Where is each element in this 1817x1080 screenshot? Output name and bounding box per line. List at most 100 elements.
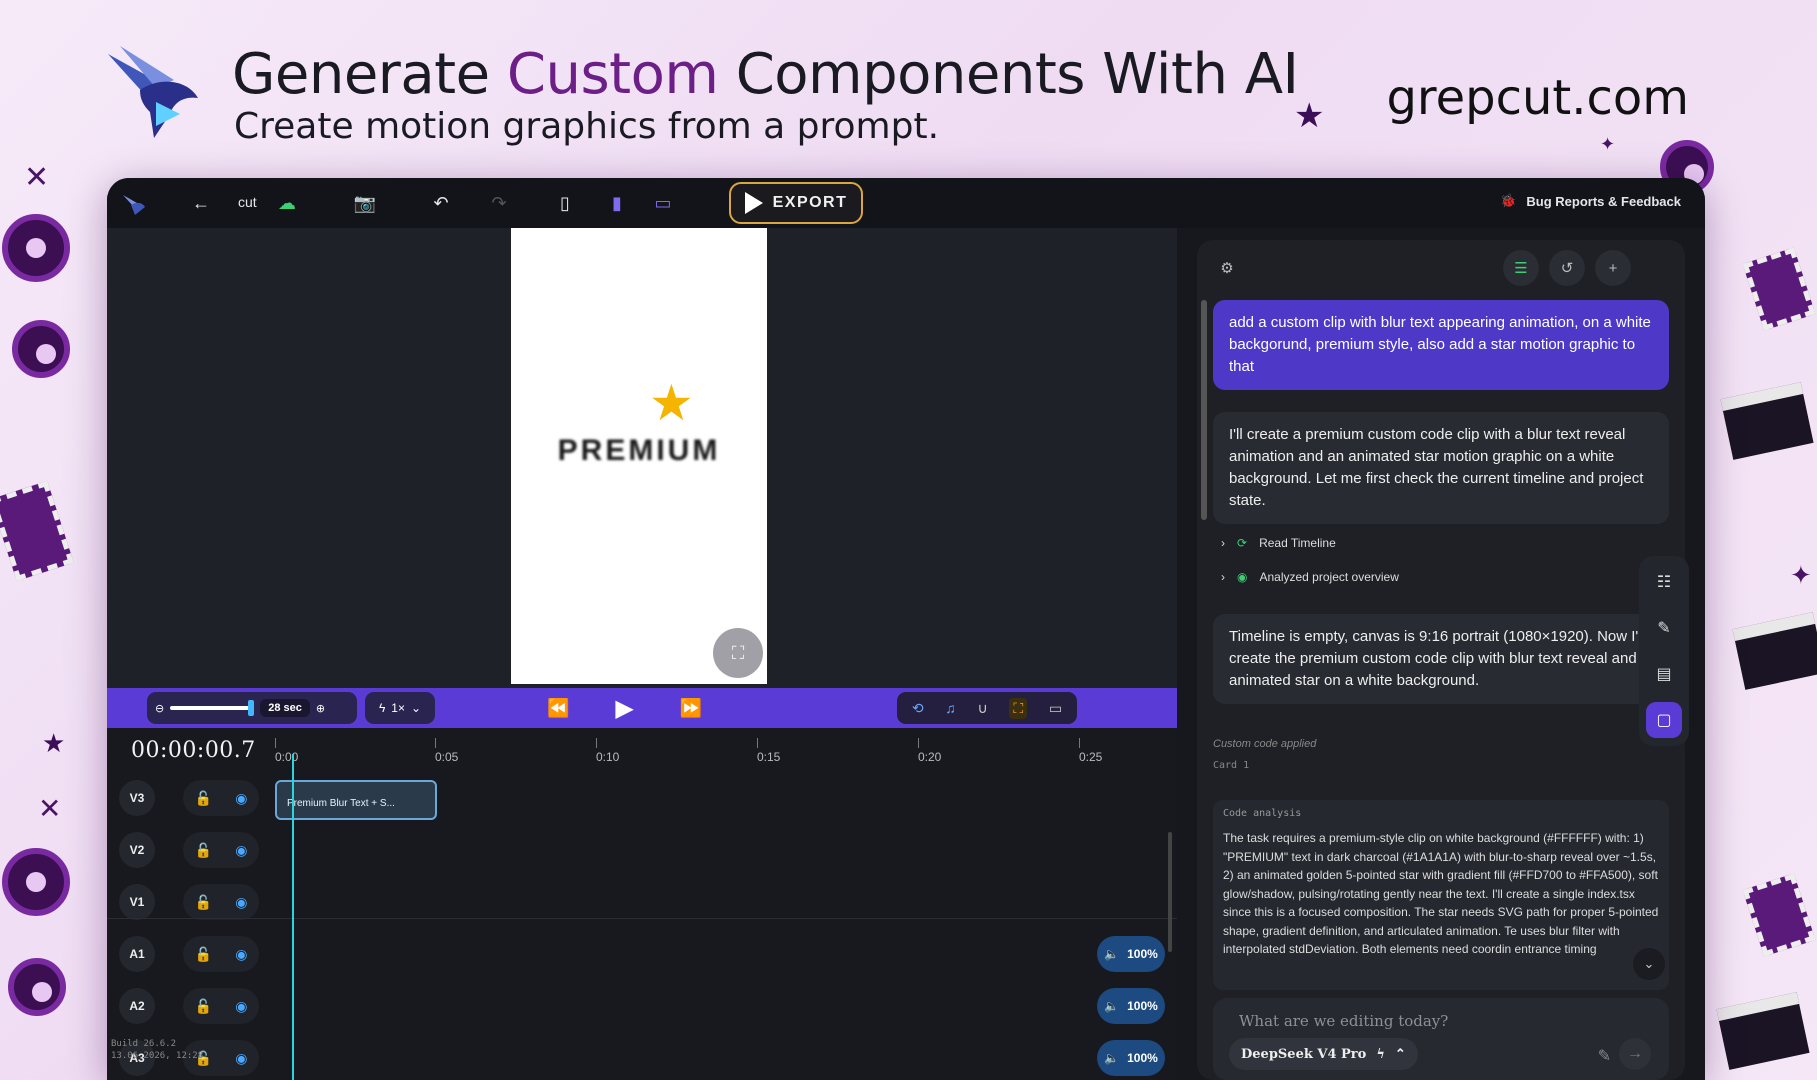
project-name[interactable]: cut <box>238 194 257 210</box>
eye-icon[interactable]: ◉ <box>235 1050 247 1067</box>
lock-icon[interactable]: 🔓 <box>195 894 212 911</box>
back-arrow-icon[interactable]: ← <box>189 191 213 215</box>
fast-forward-icon[interactable]: ⏩ <box>680 698 702 719</box>
tick-label: 0:10 <box>596 750 620 764</box>
eye-icon[interactable]: ◉ <box>235 790 247 807</box>
bug-icon: 🐞 <box>1500 193 1517 208</box>
layout-left-icon[interactable]: ▯ <box>553 191 577 215</box>
film-strip-icon <box>1742 873 1816 957</box>
fullscreen-button[interactable]: ⛶ <box>713 628 763 678</box>
lock-icon[interactable]: 🔓 <box>195 842 212 859</box>
track-label[interactable]: V2 <box>119 832 155 868</box>
track-label[interactable]: A2 <box>119 988 155 1024</box>
clapperboard-icon <box>1716 992 1810 1070</box>
code-analysis-card: Code analysis The task requires a premiu… <box>1213 800 1669 990</box>
timeline-scrollbar[interactable] <box>1168 832 1172 952</box>
rewind-icon[interactable]: ⏪ <box>547 698 569 719</box>
lock-icon[interactable]: 🔓 <box>195 998 212 1015</box>
undo-icon[interactable]: ↶ <box>429 191 453 215</box>
magnet-icon[interactable]: ∪ <box>977 700 987 717</box>
playhead[interactable] <box>292 754 294 1080</box>
track-label[interactable]: V1 <box>119 884 155 920</box>
preview-stage: ★ PREMIUM ⛶ <box>107 228 1177 688</box>
new-chat-button[interactable]: + <box>1595 250 1631 286</box>
film-reel-icon <box>8 958 66 1016</box>
redo-icon[interactable]: ↷ <box>487 191 511 215</box>
grepcut-logo-icon <box>108 46 198 138</box>
speed-select[interactable]: ϟ 1× ⌄ <box>365 692 435 724</box>
layout-bottom-icon[interactable]: ▭ <box>651 191 675 215</box>
film-reel-icon <box>2 848 70 916</box>
build-version: Build 26.6.2 <box>111 1039 177 1049</box>
eye-icon[interactable]: ◉ <box>235 946 247 963</box>
sparkle-icon: ✕ <box>38 793 62 824</box>
build-date: 13.06.2026, 12:28 <box>111 1051 204 1061</box>
cloud-check-icon: ☁ <box>278 192 296 213</box>
model-selector[interactable]: DeepSeek V4 Pro ϟ ⌃ <box>1229 1038 1418 1070</box>
tool-label: Analyzed project overview <box>1259 570 1399 584</box>
zoom-in-icon[interactable]: ⊕ <box>316 702 325 715</box>
track-label[interactable]: V3 <box>119 780 155 816</box>
zoom-out-icon[interactable]: ⊖ <box>155 702 164 715</box>
side-toolbar: ☷ ✎ ▤ ▢ <box>1639 556 1689 746</box>
star-icon: ★ <box>1294 97 1325 135</box>
eye-icon[interactable]: ◉ <box>235 894 247 911</box>
export-button[interactable]: EXPORT <box>729 182 863 224</box>
lightning-icon: ϟ <box>378 701 386 715</box>
chevron-down-icon: ⌄ <box>410 701 422 715</box>
music-note-icon[interactable]: ♫ <box>945 700 956 716</box>
film-reel-icon <box>12 320 70 378</box>
history-icon: ↺ <box>1560 260 1574 277</box>
build-info: Build 26.6.2 13.06.2026, 12:28 <box>111 1038 203 1062</box>
volume-button[interactable]: 🔈 100% <box>1097 988 1165 1024</box>
lock-icon[interactable]: 🔓 <box>195 946 212 963</box>
magic-wand-button[interactable]: ✎ <box>1646 610 1682 646</box>
play-icon <box>744 192 763 214</box>
app-logo-icon[interactable] <box>121 191 147 217</box>
speaker-icon: 🔈 <box>1104 999 1120 1013</box>
zoom-slider-thumb[interactable] <box>248 700 255 716</box>
model-name: DeepSeek V4 Pro <box>1241 1046 1367 1062</box>
tool-call-analyze[interactable]: › ◉ Analyzed project overview <box>1221 570 1399 584</box>
volume-button[interactable]: 🔈 100% <box>1097 936 1165 972</box>
send-button[interactable]: → <box>1619 1038 1651 1070</box>
zoom-slider[interactable] <box>170 700 255 716</box>
ripple-icon[interactable]: ▭ <box>1049 700 1062 717</box>
loop-icon[interactable]: ⟲ <box>912 700 924 717</box>
camera-icon[interactable]: 📷 <box>353 191 377 215</box>
eye-icon[interactable]: ◉ <box>235 842 247 859</box>
database-button[interactable]: ☰ <box>1503 250 1539 286</box>
card-label: Card 1 <box>1213 760 1250 771</box>
chat-button[interactable]: ▢ <box>1646 702 1682 738</box>
gear-icon: ⚙ <box>1220 260 1234 277</box>
timeline-clip[interactable]: Premium Blur Text + S... <box>275 780 437 820</box>
tick-label: 0:05 <box>435 750 459 764</box>
plus-icon: + <box>1608 259 1618 277</box>
time-ruler[interactable]: 0:00 0:05 0:10 0:15 0:20 0:25 <box>275 732 1155 768</box>
settings-button[interactable]: ⚙ <box>1209 250 1245 286</box>
sliders-button[interactable]: ☷ <box>1646 564 1682 600</box>
track-label[interactable]: A1 <box>119 936 155 972</box>
history-button[interactable]: ↺ <box>1549 250 1585 286</box>
prompt-input[interactable]: What are we editing today? <box>1239 1012 1448 1030</box>
refresh-icon: ⟳ <box>1237 536 1248 550</box>
play-button[interactable]: ▶ <box>615 694 633 723</box>
focus-icon[interactable]: ⛶ <box>1009 697 1028 719</box>
eye-icon[interactable]: ◉ <box>235 998 247 1015</box>
sparkle-icon: ✦ <box>1600 134 1616 154</box>
bug-report-button[interactable]: 🐞 Bug Reports & Feedback <box>1500 193 1681 209</box>
speaker-icon: 🔈 <box>1104 1051 1120 1065</box>
tick-label: 0:15 <box>757 750 781 764</box>
pen-icon[interactable]: ✎ <box>1598 1046 1611 1066</box>
database-icon: ☰ <box>1514 260 1528 277</box>
assistant-message: Timeline is empty, canvas is 9:16 portra… <box>1213 614 1669 704</box>
layout-right-icon[interactable]: ▮ <box>605 191 629 215</box>
video-canvas[interactable]: ★ PREMIUM ⛶ <box>511 228 767 684</box>
captions-button[interactable]: ▤ <box>1646 656 1682 692</box>
magic-wand-icon: ✎ <box>1657 620 1671 637</box>
tool-call-read-timeline[interactable]: › ⟳ Read Timeline <box>1221 536 1336 550</box>
scroll-down-button[interactable]: ⌄ <box>1633 948 1665 980</box>
lock-icon[interactable]: 🔓 <box>195 790 212 807</box>
volume-button[interactable]: 🔈 100% <box>1097 1040 1165 1076</box>
top-toolbar: ← cut ☁ 📷 ↶ ↷ ▯ ▮ ▭ EXPORT 🐞 Bug Reports… <box>107 178 1705 228</box>
